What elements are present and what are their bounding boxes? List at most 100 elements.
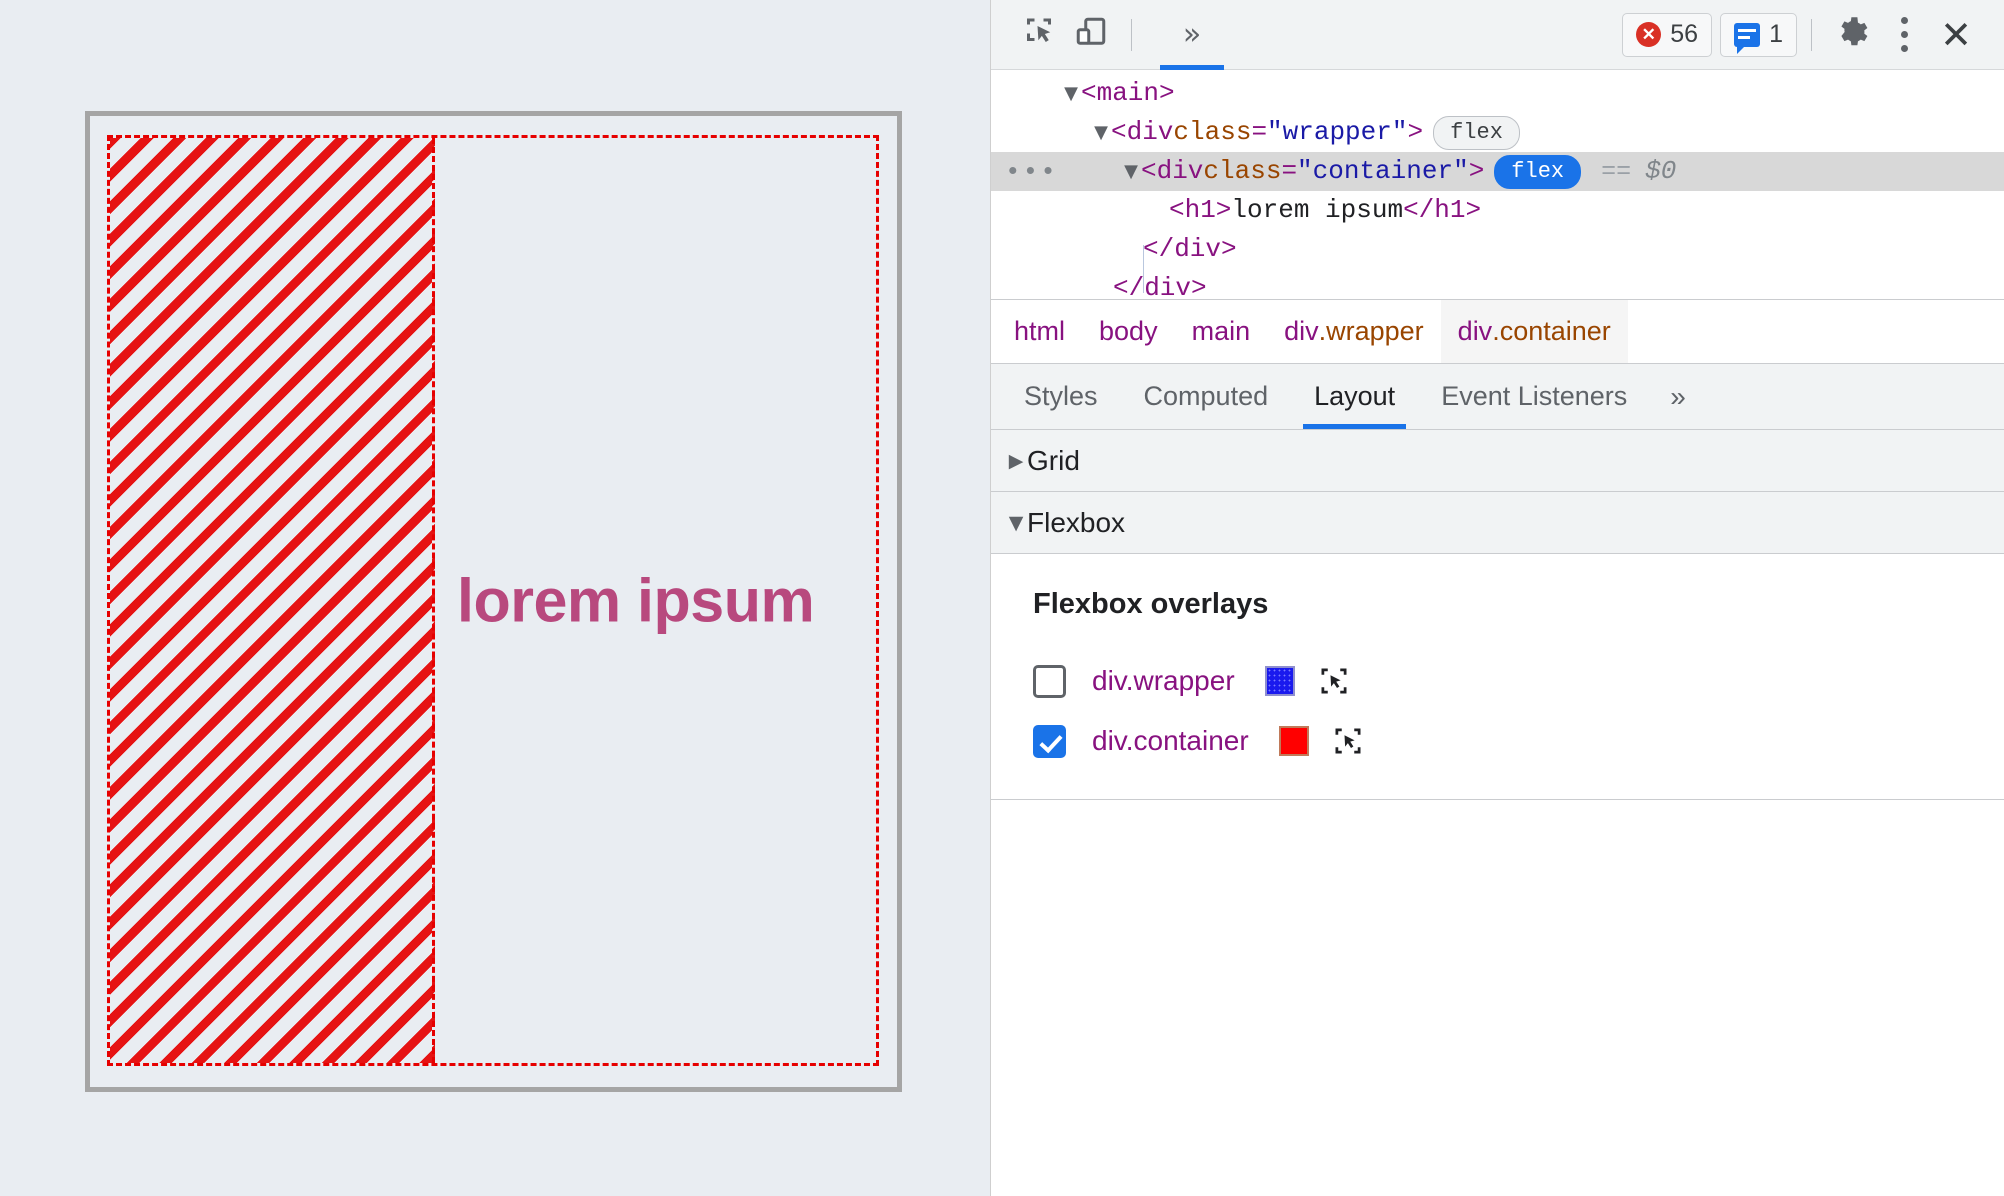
- breadcrumb-item-main[interactable]: main: [1175, 300, 1268, 363]
- tab-overflow-button[interactable]: »: [1650, 364, 1706, 429]
- grid-section-header[interactable]: ▶ Grid: [991, 430, 2004, 492]
- expand-triangle-icon[interactable]: ▼: [1005, 512, 1027, 534]
- breadcrumb-item-html[interactable]: html: [997, 300, 1082, 363]
- tab-layout[interactable]: Layout: [1291, 364, 1418, 429]
- tab-label: Computed: [1143, 381, 1269, 411]
- gear-icon: [1834, 14, 1870, 55]
- dom-tag-close: </div>: [1143, 234, 1237, 264]
- flex-overlay-checkbox-container[interactable]: [1033, 724, 1066, 758]
- settings-button[interactable]: [1826, 9, 1878, 61]
- error-count: 56: [1670, 20, 1699, 48]
- error-counter-button[interactable]: ✕ 56: [1622, 12, 1713, 57]
- dom-tag-h1-open: <h1>: [1169, 195, 1232, 225]
- breadcrumb-item-body[interactable]: body: [1082, 300, 1175, 363]
- more-options-button[interactable]: [1878, 9, 1930, 61]
- flex-overlay-label-container[interactable]: div.container: [1092, 725, 1249, 757]
- flexbox-section-header[interactable]: ▼ Flexbox: [991, 492, 2004, 554]
- tab-event-listeners[interactable]: Event Listeners: [1418, 364, 1650, 429]
- kebab-menu-icon: [1900, 17, 1908, 52]
- breadcrumb-label: main: [1191, 316, 1251, 346]
- toolbar-divider: [1131, 18, 1132, 51]
- inspect-element-button[interactable]: [1013, 9, 1065, 61]
- flex-overlay-color-swatch-container[interactable]: [1280, 728, 1307, 754]
- sidebar-tabs: Styles Computed Layout Event Listeners »: [991, 364, 2004, 430]
- layout-pane: ▶ Grid ▼ Flexbox Flexbox overlays div.wr…: [991, 430, 2004, 1196]
- breadcrumb: html body main div .wrapper div .container: [991, 300, 2004, 364]
- flex-overlay-row-wrapper: div.wrapper: [991, 651, 2004, 711]
- select-element-icon[interactable]: [1319, 666, 1349, 696]
- device-toolbar-icon: [1073, 14, 1109, 55]
- select-element-icon[interactable]: [1333, 726, 1363, 756]
- div-wrapper-element: lorem ipsum: [90, 116, 897, 1087]
- dom-tag-close: </div>: [1113, 273, 1207, 300]
- dom-tag-close-bracket: >: [1468, 156, 1485, 186]
- dom-attr-value: "wrapper": [1267, 117, 1408, 147]
- chevron-double-right-icon: »: [1670, 380, 1686, 412]
- dom-attr-eq: =: [1251, 117, 1268, 147]
- close-devtools-button[interactable]: ✕: [1930, 9, 1982, 61]
- row-more-handle[interactable]: •••: [1005, 159, 1058, 185]
- collapse-triangle-icon[interactable]: ▶: [1005, 450, 1027, 472]
- dom-row-h1[interactable]: <h1> lorem ipsum </h1>: [991, 191, 2004, 230]
- tab-label: Event Listeners: [1441, 381, 1628, 411]
- breadcrumb-label: div: [1457, 316, 1493, 346]
- tree-guide-line: [1143, 245, 1144, 293]
- flex-badge-container[interactable]: flex: [1494, 154, 1582, 189]
- tab-label: Styles: [1024, 381, 1098, 411]
- dom-tag-h1-close: </h1>: [1403, 195, 1482, 225]
- dom-row-container[interactable]: ••• ▼ <div class = "container" > flex ==…: [991, 152, 2004, 191]
- tab-computed[interactable]: Computed: [1121, 364, 1292, 429]
- breadcrumb-label: div: [1284, 316, 1319, 346]
- devtools-panel: » ✕ 56 1 ✕ ▼ <main> ▼ <div class = "wrap…: [990, 0, 2004, 1196]
- dom-tag-main: <main>: [1081, 78, 1175, 108]
- chevron-double-right-icon: »: [1182, 16, 1202, 52]
- expand-triangle-icon[interactable]: ▼: [1091, 113, 1111, 152]
- devtools-screenshot: lorem ipsum » ✕ 56 1 ✕ ▼ <main> ▼ <div c…: [0, 0, 2004, 1196]
- dom-attr-eq: =: [1281, 156, 1298, 186]
- dom-attr-name: class: [1173, 117, 1252, 147]
- breadcrumb-item-div-wrapper[interactable]: div .wrapper: [1267, 300, 1441, 363]
- breadcrumb-label: body: [1099, 316, 1158, 346]
- dom-dollar-zero: $0: [1645, 156, 1677, 186]
- breadcrumb-label: html: [1014, 316, 1066, 346]
- tab-label: Layout: [1314, 381, 1396, 411]
- flexbox-section-label: Flexbox: [1027, 506, 1126, 538]
- flex-badge-wrapper[interactable]: flex: [1433, 115, 1520, 150]
- dom-row-wrapper[interactable]: ▼ <div class = "wrapper" > flex: [991, 113, 2004, 152]
- div-container-element: lorem ipsum: [107, 135, 879, 1066]
- dom-equals-marker: ==: [1601, 157, 1632, 186]
- expand-triangle-icon[interactable]: ▼: [1061, 74, 1081, 113]
- breadcrumb-class: .container: [1492, 316, 1611, 346]
- inspect-element-icon: [1021, 14, 1057, 55]
- error-circle-icon: ✕: [1636, 22, 1662, 47]
- close-icon: ✕: [1940, 12, 1972, 57]
- expand-triangle-icon[interactable]: ▼: [1121, 152, 1141, 191]
- flex-overlay-checkbox-wrapper[interactable]: [1033, 664, 1066, 698]
- toolbar-divider-2: [1811, 18, 1812, 51]
- device-toolbar-button[interactable]: [1065, 9, 1117, 61]
- message-bubble-icon: [1734, 22, 1761, 54]
- panel-overflow-tab[interactable]: »: [1146, 0, 1238, 70]
- dom-row-main[interactable]: ▼ <main>: [991, 74, 2004, 113]
- dom-attr-value: "container": [1297, 156, 1469, 186]
- page-viewport: lorem ipsum: [0, 0, 990, 1196]
- message-counter-button[interactable]: 1: [1720, 12, 1797, 57]
- message-count: 1: [1769, 20, 1783, 48]
- layout-pane-empty-space: [991, 800, 2004, 1196]
- breadcrumb-class: .wrapper: [1318, 316, 1424, 346]
- devtools-toolbar: » ✕ 56 1 ✕: [991, 0, 2004, 70]
- flex-overlay-color-swatch-wrapper[interactable]: [1266, 668, 1293, 694]
- tab-styles[interactable]: Styles: [1001, 364, 1121, 429]
- breadcrumb-item-div-container[interactable]: div .container: [1440, 300, 1628, 363]
- grid-section-label: Grid: [1027, 444, 1080, 476]
- page-main-element: lorem ipsum: [85, 111, 902, 1092]
- dom-attr-name: class: [1203, 156, 1282, 186]
- flexbox-overlays-section: Flexbox overlays div.wrapper div.contain: [991, 554, 2004, 800]
- flex-free-space-overlay: [110, 138, 435, 1063]
- page-heading: lorem ipsum: [457, 565, 815, 634]
- dom-tag-open: <div: [1141, 156, 1204, 186]
- flex-overlay-label-wrapper[interactable]: div.wrapper: [1092, 665, 1235, 697]
- flex-overlay-row-container: div.container: [991, 711, 2004, 771]
- dom-tag-open: <div: [1111, 117, 1174, 147]
- dom-tree: ▼ <main> ▼ <div class = "wrapper" > flex…: [991, 70, 2004, 300]
